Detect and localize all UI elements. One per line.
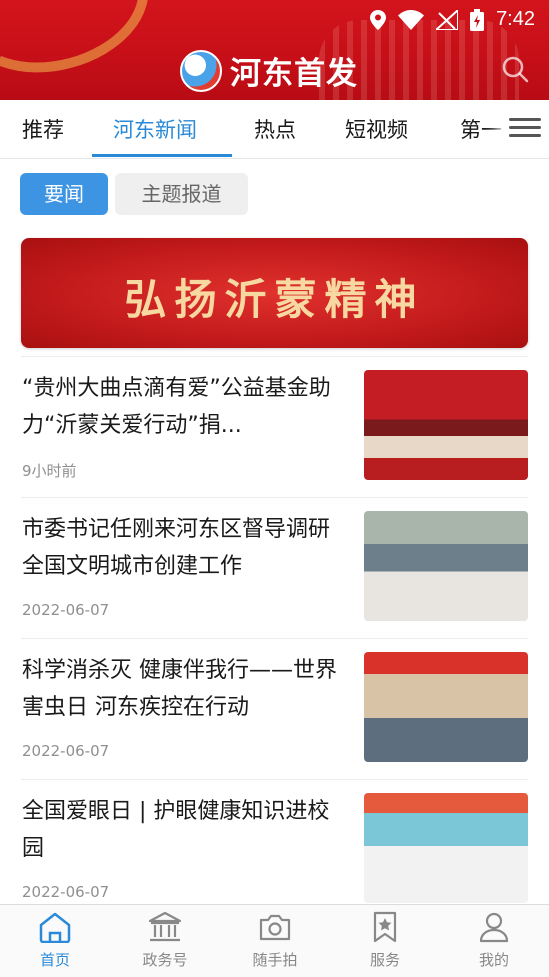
banner-text: 弘扬沂蒙精神 bbox=[124, 275, 425, 324]
promo-banner[interactable]: 弘扬沂蒙精神 bbox=[21, 238, 528, 348]
news-time: 2022-06-07 bbox=[22, 883, 110, 901]
nav-snapshot[interactable]: 随手拍 bbox=[220, 911, 330, 970]
news-thumbnail bbox=[364, 652, 528, 762]
nav-home[interactable]: 首页 bbox=[0, 911, 110, 970]
news-item[interactable]: 全国爱眼日 | 护眼健康知识进校园 2022-06-07 bbox=[0, 779, 549, 904]
location-icon bbox=[370, 9, 387, 30]
nav-label: 我的 bbox=[478, 951, 509, 969]
active-tab-indicator bbox=[92, 154, 232, 157]
app-logo: 河东首发 bbox=[180, 48, 358, 93]
status-bar: 7:42 bbox=[370, 8, 535, 31]
logo-emblem-icon bbox=[180, 49, 222, 92]
bookmark-star-icon bbox=[373, 911, 397, 943]
nav-government[interactable]: 政务号 bbox=[110, 911, 220, 970]
news-title: 科学消杀灭 健康伴我行——世界害虫日 河东疾控在行动 bbox=[22, 658, 337, 720]
subtab-headlines[interactable]: 要闻 bbox=[20, 173, 108, 215]
tab-first[interactable]: 第一 bbox=[460, 114, 502, 144]
divider bbox=[21, 638, 528, 639]
app-name: 河东首发 bbox=[230, 56, 358, 92]
menu-icon[interactable] bbox=[509, 114, 541, 142]
news-thumbnail bbox=[364, 370, 528, 480]
divider bbox=[21, 779, 528, 780]
tab-short-video[interactable]: 短视频 bbox=[345, 114, 408, 144]
decorative-swirl bbox=[0, 0, 164, 93]
channel-tabs: 推荐 河东新闻 热点 短视频 第一 bbox=[0, 100, 549, 159]
news-time: 2022-06-07 bbox=[22, 742, 110, 760]
status-time: 7:42 bbox=[496, 8, 535, 30]
government-building-icon bbox=[148, 911, 182, 942]
signal-icon bbox=[436, 9, 459, 30]
tab-hedong-news[interactable]: 河东新闻 bbox=[113, 114, 197, 144]
subtab-topic-reports[interactable]: 主题报道 bbox=[115, 173, 248, 215]
news-item[interactable]: 科学消杀灭 健康伴我行——世界害虫日 河东疾控在行动 2022-06-07 bbox=[0, 638, 549, 778]
news-title: 市委书记任刚来河东区督导调研全国文明城市创建工作 bbox=[22, 517, 331, 579]
search-icon[interactable] bbox=[501, 55, 529, 83]
news-time: 9小时前 bbox=[22, 462, 77, 480]
news-item[interactable]: “贵州大曲点滴有爱”公益基金助力“沂蒙关爱行动”捐... 9小时前 bbox=[0, 356, 549, 496]
camera-icon bbox=[259, 914, 291, 941]
news-thumbnail bbox=[364, 793, 528, 903]
nav-label: 首页 bbox=[39, 951, 70, 969]
news-thumbnail bbox=[364, 511, 528, 621]
divider bbox=[21, 497, 528, 498]
battery-icon bbox=[470, 8, 485, 31]
nav-label: 服务 bbox=[369, 951, 400, 969]
home-icon bbox=[39, 912, 71, 943]
news-item[interactable]: 市委书记任刚来河东区督导调研全国文明城市创建工作 2022-06-07 bbox=[0, 497, 549, 637]
app-header: 7:42 河东首发 bbox=[0, 0, 549, 100]
bottom-navigation: 首页 政务号 随手拍 服务 我的 bbox=[0, 904, 549, 977]
person-icon bbox=[479, 912, 509, 943]
divider bbox=[21, 356, 528, 357]
tab-hot[interactable]: 热点 bbox=[254, 114, 296, 144]
nav-label: 政务号 bbox=[142, 951, 188, 969]
news-title: 全国爱眼日 | 护眼健康知识进校园 bbox=[22, 799, 330, 861]
nav-label: 随手拍 bbox=[252, 951, 298, 969]
wifi-icon bbox=[398, 9, 425, 30]
news-time: 2022-06-07 bbox=[22, 601, 110, 619]
nav-service[interactable]: 服务 bbox=[330, 911, 440, 970]
news-title: “贵州大曲点滴有爱”公益基金助力“沂蒙关爱行动”捐... bbox=[22, 376, 331, 438]
tab-recommend[interactable]: 推荐 bbox=[22, 114, 64, 144]
nav-profile[interactable]: 我的 bbox=[439, 911, 549, 970]
